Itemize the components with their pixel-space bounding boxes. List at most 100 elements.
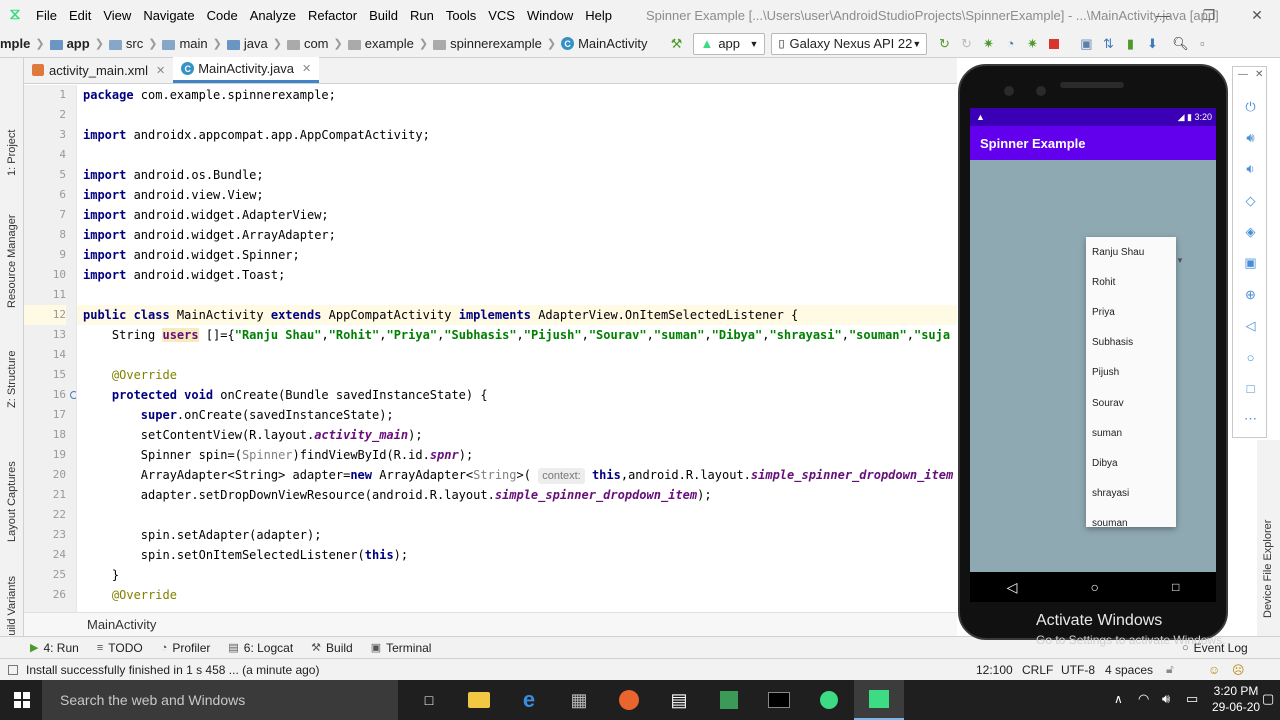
panel-minimize-icon[interactable]: — bbox=[1238, 69, 1248, 80]
wifi-icon[interactable]: ◠ bbox=[1138, 691, 1149, 707]
breadcrumb-app[interactable]: app bbox=[67, 36, 90, 51]
dropdown-item[interactable]: suman bbox=[1086, 418, 1176, 448]
tool-logcat[interactable]: ▤ 6: Logcat bbox=[228, 641, 293, 655]
volume-down-icon[interactable]: 🔉︎ bbox=[1233, 159, 1268, 179]
feedback-icon[interactable]: ☹ bbox=[1232, 663, 1245, 677]
status-toggle-icon[interactable] bbox=[8, 664, 18, 675]
menu-navigate[interactable]: Navigate bbox=[137, 8, 200, 23]
task-view-icon[interactable]: □ bbox=[404, 680, 454, 720]
zoom-icon[interactable]: ⊕ bbox=[1233, 285, 1268, 305]
menu-refactor[interactable]: Refactor bbox=[302, 8, 363, 23]
sdk-manager-icon[interactable]: ⬇ bbox=[1141, 33, 1163, 55]
more-icon[interactable]: ⋯ bbox=[1233, 409, 1268, 429]
apply-code-changes-icon[interactable]: ↻ bbox=[955, 33, 977, 55]
sync-icon[interactable]: ⇅ bbox=[1097, 33, 1119, 55]
avd-manager-icon[interactable]: ▮ bbox=[1119, 33, 1141, 55]
home-icon[interactable]: ○ bbox=[1091, 579, 1099, 595]
menu-view[interactable]: View bbox=[97, 8, 137, 23]
tab-activity-main-xml[interactable]: activity_main.xml ✕ bbox=[24, 57, 173, 83]
back-icon[interactable]: ◁ bbox=[1233, 316, 1268, 336]
code-editor[interactable]: package com.example.spinnerexample; impo… bbox=[77, 85, 957, 612]
attach-debugger-icon[interactable]: ✷ bbox=[1021, 33, 1043, 55]
close-icon[interactable]: ✕ bbox=[1234, 0, 1280, 30]
debug-icon[interactable]: ✷ bbox=[977, 33, 999, 55]
dropdown-item[interactable]: Ranju Shau bbox=[1086, 237, 1176, 267]
dropdown-item[interactable]: Sourav bbox=[1086, 388, 1176, 418]
close-tab-icon[interactable]: ✕ bbox=[156, 64, 165, 77]
taskbar-clock[interactable]: 3:20 PM 29-06-20 bbox=[1212, 683, 1260, 715]
dropdown-item[interactable]: Pijush bbox=[1086, 358, 1176, 388]
hector-icon[interactable]: ☺ bbox=[1208, 663, 1220, 677]
chevron-up-icon[interactable]: ∧ bbox=[1114, 692, 1123, 706]
dropdown-item[interactable]: Priya bbox=[1086, 297, 1176, 327]
emulator-screen[interactable]: ▲ ◢ ▮ 3:20 Spinner Example ▼ Ranju Shau … bbox=[970, 108, 1216, 602]
recents-icon[interactable]: □ bbox=[1172, 580, 1179, 594]
menu-edit[interactable]: Edit bbox=[63, 8, 97, 23]
cmd-icon[interactable] bbox=[754, 680, 804, 720]
device-select[interactable]: ▯ Galaxy Nexus API 22 ▼ bbox=[771, 32, 928, 55]
minimize-icon[interactable]: — bbox=[1140, 0, 1186, 30]
lock-icon[interactable]: 🔓︎ bbox=[1166, 662, 1174, 677]
maps-icon[interactable] bbox=[804, 680, 854, 720]
calculator-icon[interactable]: ▦ bbox=[554, 680, 604, 720]
menu-code[interactable]: Code bbox=[201, 8, 244, 23]
run-config-select[interactable]: ▲ app ▼ bbox=[693, 32, 766, 55]
overview-icon[interactable]: □ bbox=[1233, 378, 1268, 398]
project-structure-icon[interactable]: ▣ bbox=[1075, 33, 1097, 55]
apply-changes-icon[interactable]: ↻ bbox=[933, 33, 955, 55]
dropdown-item[interactable]: Rohit bbox=[1086, 267, 1176, 297]
tool-build[interactable]: ⚒ Build bbox=[311, 641, 353, 655]
volume-up-icon[interactable]: 🔊︎ bbox=[1233, 128, 1268, 148]
file-encoding[interactable]: UTF-8 bbox=[1061, 663, 1095, 677]
home-icon[interactable]: ○ bbox=[1233, 347, 1268, 367]
tool-build-variants[interactable]: Build Variants bbox=[6, 576, 18, 643]
spinner-arrow-icon[interactable]: ▼ bbox=[1176, 256, 1184, 265]
menu-run[interactable]: Run bbox=[404, 8, 440, 23]
dropdown-item[interactable]: Subhasis bbox=[1086, 328, 1176, 358]
menu-tools[interactable]: Tools bbox=[440, 8, 482, 23]
indent-setting[interactable]: 4 spaces bbox=[1105, 663, 1153, 677]
dropdown-item[interactable]: souman bbox=[1086, 509, 1176, 527]
menu-analyze[interactable]: Analyze bbox=[244, 8, 302, 23]
android-studio-taskbar-icon[interactable] bbox=[854, 680, 904, 720]
file-explorer-icon[interactable] bbox=[454, 680, 504, 720]
profile-icon[interactable]: ◔ bbox=[999, 33, 1021, 55]
tab-mainactivity-java[interactable]: C MainActivity.java ✕ bbox=[173, 57, 320, 83]
taskbar-search[interactable]: Search the web and Windows bbox=[42, 680, 398, 720]
tool-structure[interactable]: Z: Structure bbox=[6, 351, 18, 408]
tool-layout-captures[interactable]: Layout Captures bbox=[6, 461, 18, 542]
breadcrumb-example[interactable]: example bbox=[365, 36, 414, 51]
tool-project[interactable]: 1: Project bbox=[6, 130, 18, 176]
breadcrumb-src[interactable]: src bbox=[126, 36, 143, 51]
spinner-dropdown[interactable]: Ranju Shau Rohit Priya Subhasis Pijush S… bbox=[1086, 237, 1176, 527]
firefox-icon[interactable] bbox=[604, 680, 654, 720]
dropdown-item[interactable]: shrayasi bbox=[1086, 479, 1176, 509]
excel-icon[interactable] bbox=[704, 680, 754, 720]
dropdown-item[interactable]: Dibya bbox=[1086, 448, 1176, 478]
breadcrumb-com[interactable]: com bbox=[304, 36, 329, 51]
panel-close-icon[interactable]: ✕ bbox=[1255, 69, 1263, 80]
rotate-left-icon[interactable]: ◇ bbox=[1233, 191, 1268, 211]
edge-icon[interactable]: e bbox=[504, 680, 554, 720]
tool-terminal[interactable]: ▣ Terminal bbox=[371, 641, 432, 655]
tool-resource-manager[interactable]: Resource Manager bbox=[6, 214, 18, 308]
more-icon[interactable]: ▫ bbox=[1191, 33, 1213, 55]
stop-icon[interactable] bbox=[1043, 33, 1065, 55]
screenshot-icon[interactable]: ▣ bbox=[1233, 253, 1268, 273]
store-icon[interactable]: ▤ bbox=[654, 680, 704, 720]
breadcrumb-spinnerexample[interactable]: spinnerexample bbox=[450, 36, 542, 51]
tool-todo[interactable]: ≡ TODO bbox=[97, 641, 143, 655]
menu-file[interactable]: File bbox=[30, 8, 63, 23]
hammer-build-icon[interactable]: ⚒ bbox=[665, 33, 687, 55]
back-icon[interactable]: ◁ bbox=[1007, 579, 1018, 596]
menu-window[interactable]: Window bbox=[521, 8, 579, 23]
rotate-right-icon[interactable]: ◈ bbox=[1233, 222, 1268, 242]
tool-profiler[interactable]: ◔ Profiler bbox=[161, 641, 211, 655]
editor-breadcrumb[interactable]: MainActivity bbox=[24, 612, 957, 636]
tool-run[interactable]: ▶ 4: Run bbox=[30, 641, 79, 655]
notifications-icon[interactable]: ▢ bbox=[1262, 691, 1274, 707]
breadcrumb-project[interactable]: mple bbox=[0, 36, 30, 51]
windows-start-icon[interactable] bbox=[14, 692, 30, 708]
breadcrumb-java[interactable]: java bbox=[244, 36, 268, 51]
menu-help[interactable]: Help bbox=[579, 8, 618, 23]
